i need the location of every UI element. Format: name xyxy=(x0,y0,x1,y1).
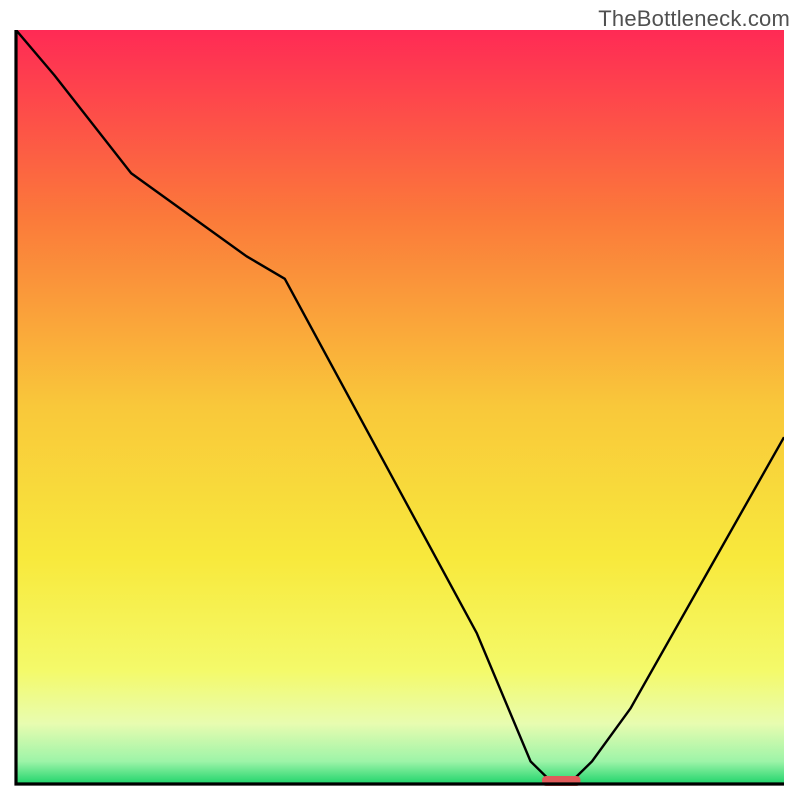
plot-svg xyxy=(0,0,800,800)
gradient-background xyxy=(16,30,784,784)
bottleneck-chart: TheBottleneck.com xyxy=(0,0,800,800)
watermark-label: TheBottleneck.com xyxy=(598,6,790,32)
